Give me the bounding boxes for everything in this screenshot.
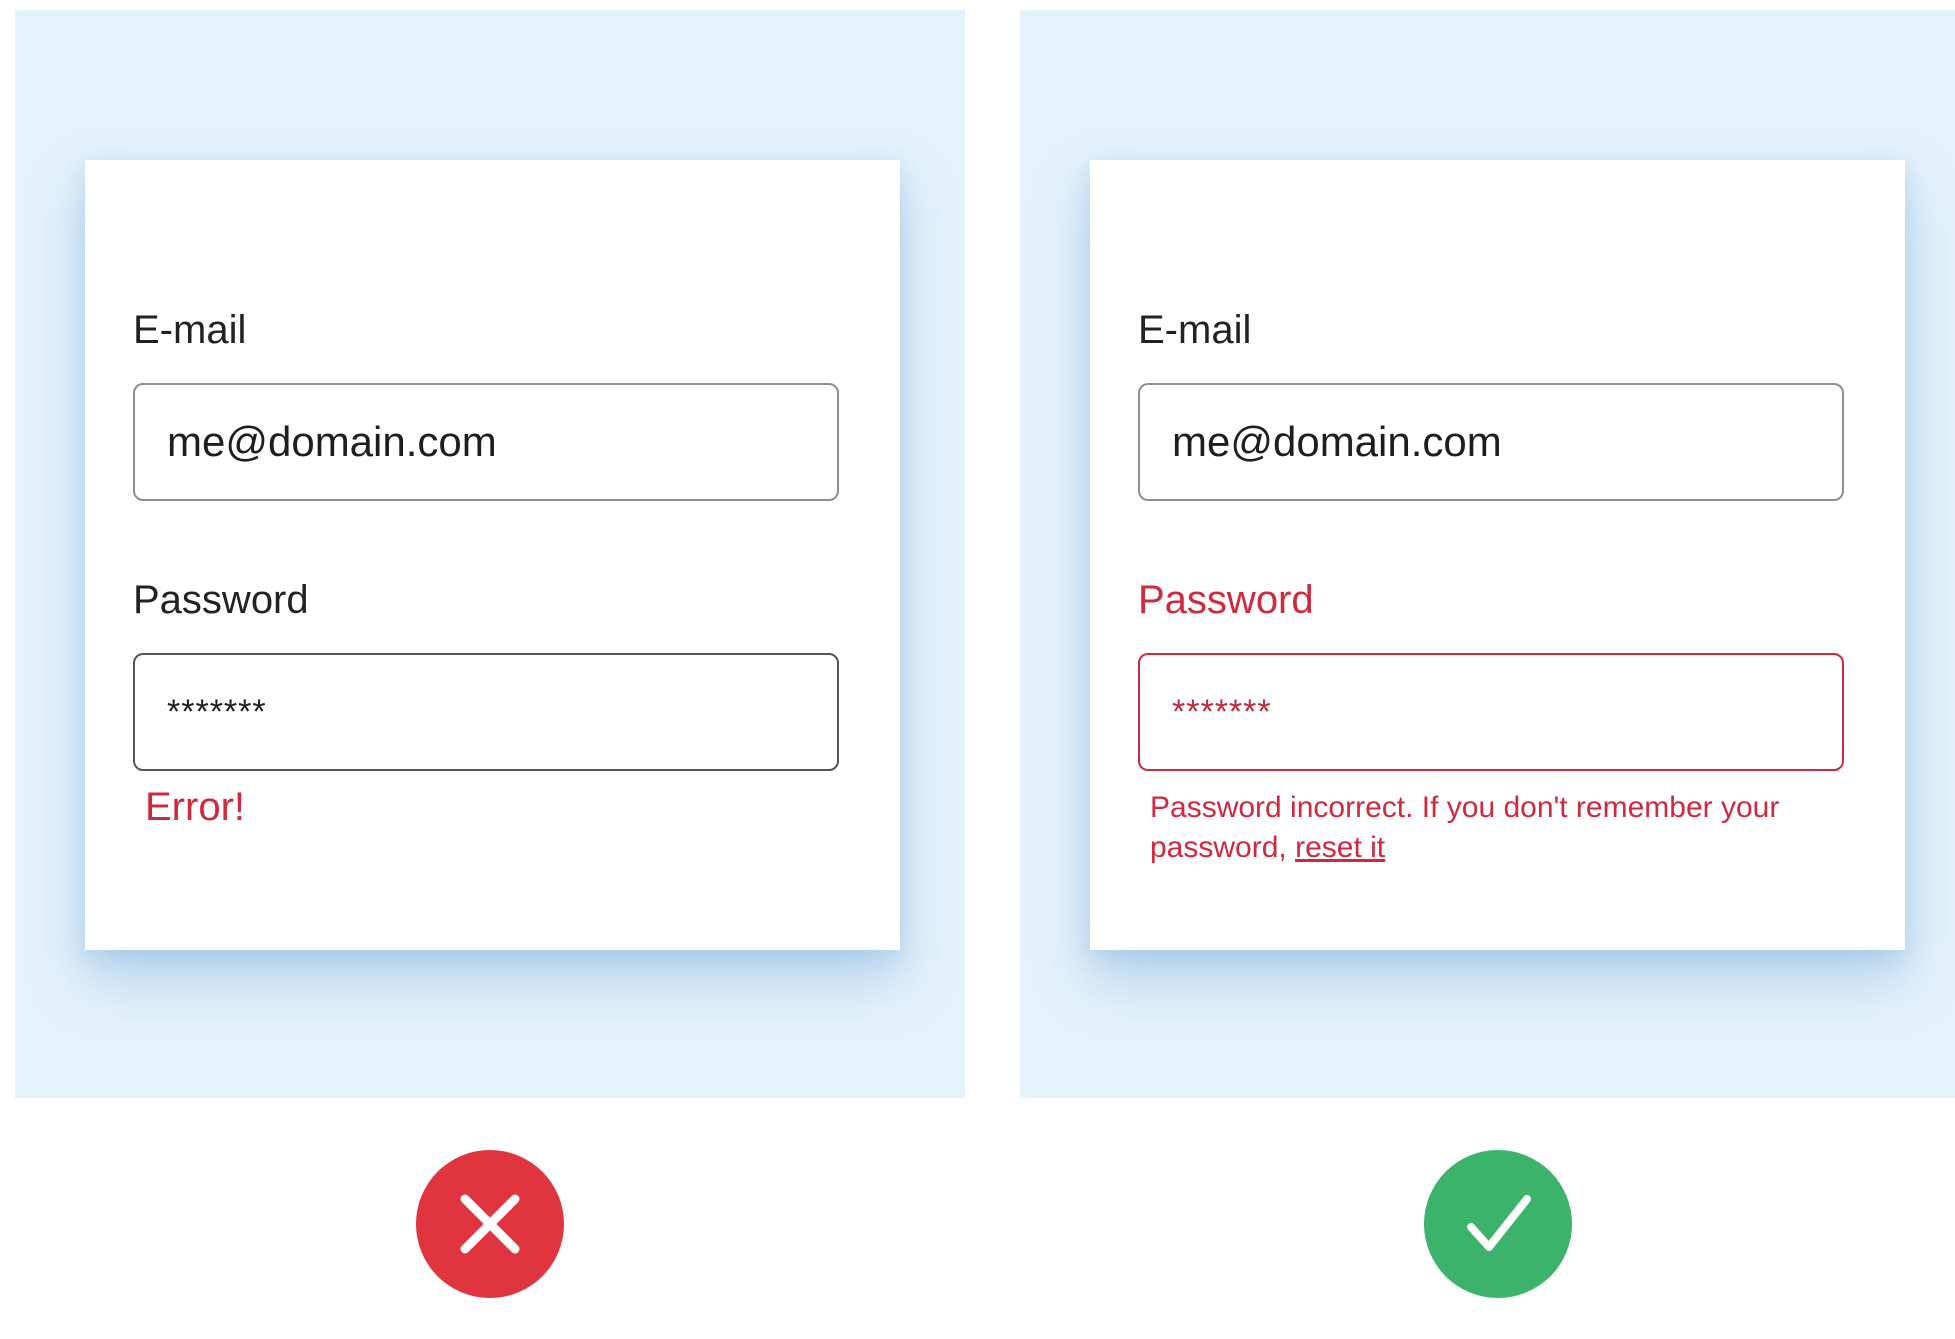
check-icon [1467, 1195, 1531, 1251]
email-label: E-mail [133, 308, 247, 352]
close-icon [460, 1194, 520, 1254]
incorrect-badge [416, 1150, 564, 1298]
login-form-card: E-mail me@domain.com Password ******* Er… [85, 160, 900, 950]
error-text: Password incorrect. If you don't remembe… [1150, 791, 1780, 864]
password-field[interactable]: ******* [1138, 653, 1844, 771]
good-example-panel: E-mail me@domain.com Password ******* Pa… [1020, 10, 1955, 1098]
email-label: E-mail [1138, 308, 1252, 352]
password-label: Password [1138, 578, 1314, 622]
email-field[interactable]: me@domain.com [1138, 383, 1844, 501]
email-value: me@domain.com [1172, 418, 1502, 465]
correct-badge [1424, 1150, 1572, 1298]
password-field[interactable]: ******* [133, 653, 839, 771]
error-message: Error! [145, 785, 245, 829]
password-value: ******* [1172, 692, 1272, 731]
email-value: me@domain.com [167, 418, 497, 465]
password-value: ******* [167, 692, 267, 731]
password-label: Password [133, 578, 309, 622]
email-field[interactable]: me@domain.com [133, 383, 839, 501]
login-form-card: E-mail me@domain.com Password ******* Pa… [1090, 160, 1905, 950]
bad-example-panel: E-mail me@domain.com Password ******* Er… [15, 10, 965, 1098]
reset-password-link[interactable]: reset it [1295, 831, 1385, 864]
error-message: Password incorrect. If you don't remembe… [1150, 788, 1850, 868]
